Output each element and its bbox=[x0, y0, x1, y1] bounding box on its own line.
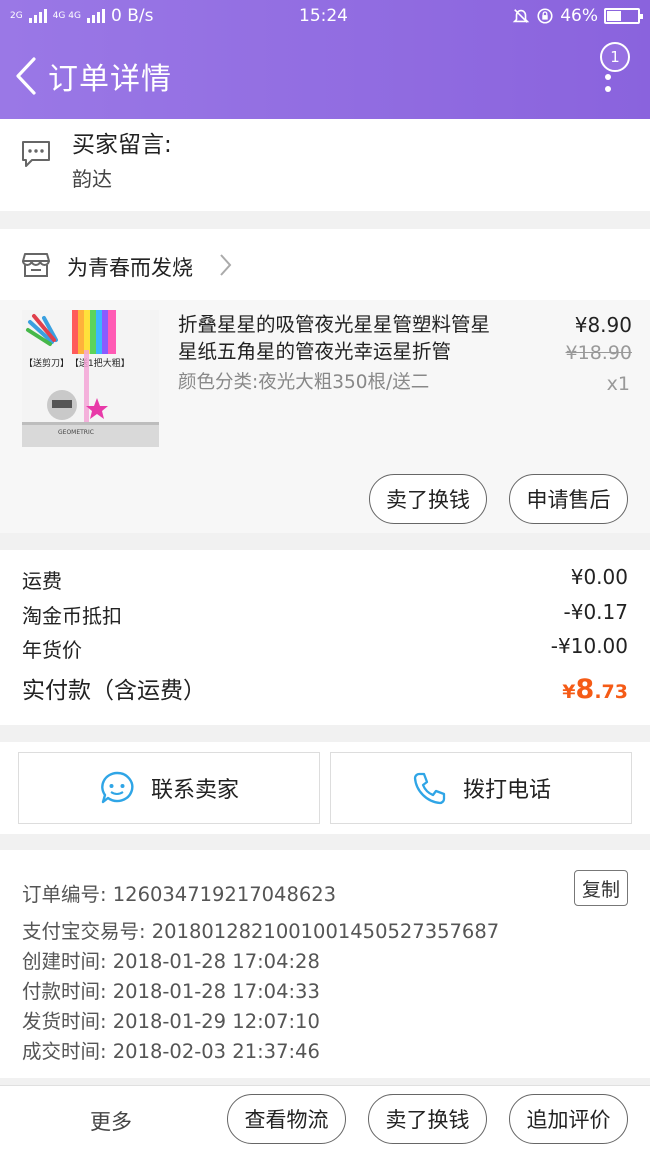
battery-fill bbox=[607, 11, 621, 21]
total-decimal: .73 bbox=[594, 681, 628, 703]
thumb-label-scissors: 【送剪刀】 bbox=[24, 357, 69, 369]
chat-bubble-icon bbox=[101, 771, 134, 804]
fee-row-coins: 淘金币抵扣 -¥0.17 bbox=[22, 600, 628, 629]
shipped-time: 发货时间: 2018-01-29 12:07:10 bbox=[22, 1010, 320, 1033]
message-icon bbox=[22, 141, 50, 167]
shop-name[interactable]: 为青春而发烧 bbox=[67, 252, 193, 282]
fee-value: ¥0.00 bbox=[570, 565, 628, 589]
more-actions[interactable]: 更多 bbox=[90, 1106, 132, 1136]
resell-button[interactable]: 卖了换钱 bbox=[369, 474, 487, 524]
thumb-ruler-text: GEOMETRIC bbox=[58, 429, 94, 436]
chevron-right-icon bbox=[220, 254, 232, 276]
fee-label: 运费 bbox=[22, 569, 62, 593]
created-time: 创建时间: 2018-01-28 17:04:28 bbox=[22, 950, 320, 973]
total-label: 实付款（含运费） bbox=[22, 678, 206, 704]
total-row: 实付款（含运费） ¥8.73 bbox=[22, 671, 628, 705]
contact-seller-button[interactable]: 联系卖家 bbox=[18, 752, 320, 824]
signal-icon-2 bbox=[86, 9, 105, 23]
top-bar: 2G 4G 4G 0 B/s 15:24 46% 订单详情 1 bbox=[0, 0, 650, 119]
notification-badge: 1 bbox=[600, 42, 630, 72]
clock: 15:24 bbox=[299, 6, 348, 26]
paid-time: 付款时间: 2018-01-28 17:04:33 bbox=[22, 980, 320, 1003]
fee-value: -¥10.00 bbox=[550, 634, 628, 658]
product-sku: 颜色分类:夜光大粗350根/送二 bbox=[178, 372, 430, 393]
battery-icon bbox=[604, 8, 643, 24]
order-number: 订单编号: 126034719217048623 bbox=[22, 883, 337, 906]
network-type-left: 2G bbox=[10, 10, 23, 21]
alipay-trade-number: 支付宝交易号: 2018012821001001450527357687 bbox=[22, 920, 500, 943]
total-integer: 8 bbox=[575, 674, 595, 705]
fee-value: -¥0.17 bbox=[563, 600, 628, 624]
contact-seller-label: 联系卖家 bbox=[150, 778, 239, 803]
store-icon bbox=[22, 253, 50, 277]
buyer-message-value: 韵达 bbox=[72, 167, 112, 191]
product-quantity: x1 bbox=[606, 373, 630, 395]
product-price: ¥8.90 bbox=[574, 313, 632, 337]
after-sale-button[interactable]: 申请售后 bbox=[509, 474, 628, 524]
network-type-right: 4G 4G bbox=[52, 10, 81, 21]
mute-bell-icon bbox=[512, 9, 530, 23]
call-phone-button[interactable]: 拨打电话 bbox=[330, 752, 632, 824]
add-review-button[interactable]: 追加评价 bbox=[509, 1094, 628, 1144]
copy-button[interactable]: 复制 bbox=[574, 870, 628, 906]
back-arrow-icon[interactable] bbox=[12, 56, 40, 96]
thumb-label-straws: 【送1把大粗】 bbox=[70, 357, 130, 369]
page-title: 订单详情 bbox=[48, 61, 172, 97]
rotation-lock-icon bbox=[537, 8, 553, 24]
buyer-message-label: 买家留言: bbox=[72, 132, 172, 158]
completed-time: 成交时间: 2018-02-03 21:37:46 bbox=[22, 1040, 320, 1063]
status-bar: 2G 4G 4G 0 B/s 15:24 46% bbox=[0, 0, 650, 32]
header: 订单详情 1 bbox=[0, 32, 650, 119]
fee-row-shipping: 运费 ¥0.00 bbox=[22, 565, 628, 594]
fee-label: 淘金币抵扣 bbox=[22, 604, 122, 628]
network-speed: 0 B/s bbox=[110, 6, 154, 26]
total-value: ¥8.73 bbox=[562, 674, 628, 705]
product-original-price: ¥18.90 bbox=[565, 342, 632, 364]
product-thumbnail[interactable]: 【送剪刀】 【送1把大粗】 GEOMETRIC bbox=[22, 310, 159, 447]
view-logistics-button[interactable]: 查看物流 bbox=[227, 1094, 346, 1144]
product-title[interactable]: 折叠星星的吸管夜光星星管塑料管星星纸五角星的管夜光幸运星折管 bbox=[178, 311, 508, 365]
total-currency: ¥ bbox=[562, 681, 576, 703]
resell-bottom-button[interactable]: 卖了换钱 bbox=[368, 1094, 487, 1144]
call-phone-label: 拨打电话 bbox=[462, 778, 551, 803]
fee-row-discount: 年货价 -¥10.00 bbox=[22, 634, 628, 663]
fee-label: 年货价 bbox=[22, 638, 82, 662]
signal-icon bbox=[28, 9, 47, 23]
phone-icon bbox=[413, 772, 446, 805]
battery-percent: 46% bbox=[560, 6, 598, 26]
